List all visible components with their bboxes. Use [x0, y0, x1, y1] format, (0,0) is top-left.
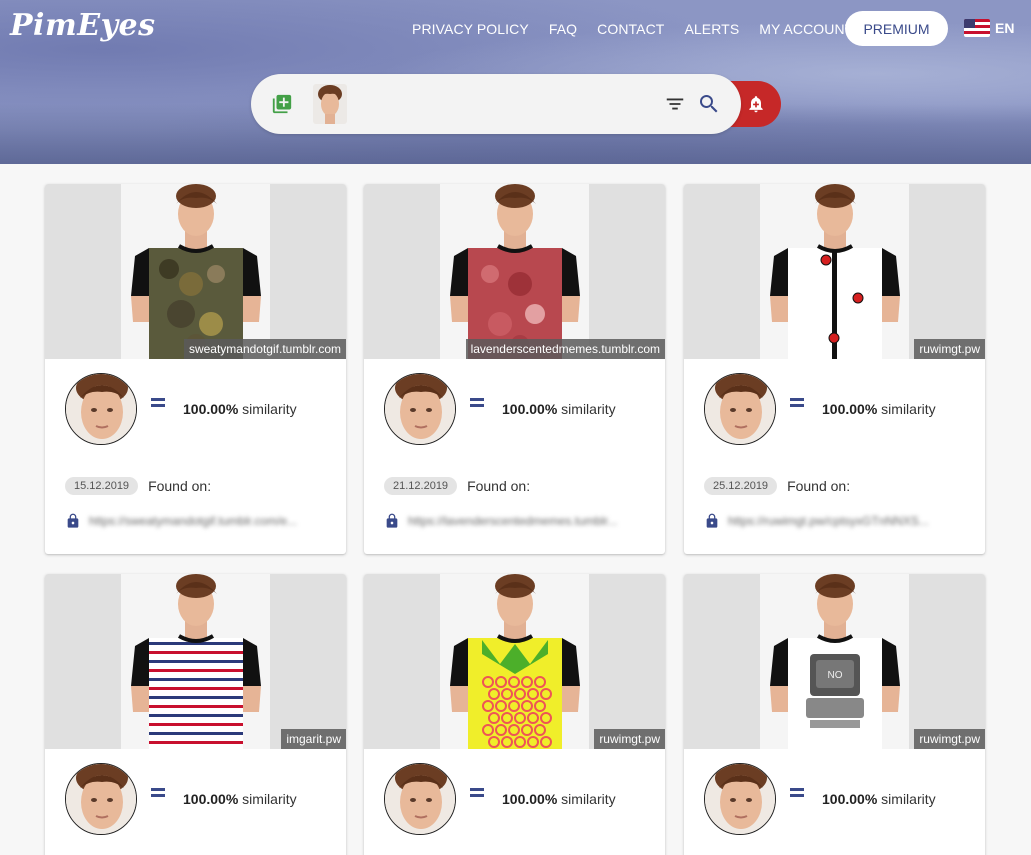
- source-url-link[interactable]: https://lavenderscentedmemes.tumblr...: [408, 514, 648, 528]
- matched-face-avatar: [704, 763, 776, 835]
- url-row: https://lavenderscentedmemes.tumblr...: [384, 512, 648, 530]
- matched-face-photo: [705, 764, 775, 834]
- match-row: 100.00% similarity: [364, 749, 665, 849]
- found-on-label: Found on:: [787, 478, 851, 494]
- url-row: https://sweatymandotgif.tumblr.com/e...: [65, 512, 329, 530]
- found-date-badge: 21.12.2019: [384, 477, 458, 495]
- alert-bell-icon: [749, 96, 763, 113]
- equals-icon: [790, 397, 804, 407]
- tshirt-model-photo: [121, 184, 270, 359]
- lock-icon: [67, 513, 79, 528]
- matched-face-photo: [66, 374, 136, 444]
- match-row: 100.00% similarity: [45, 359, 346, 459]
- add-photo-icon[interactable]: [271, 93, 293, 115]
- result-domain: ruwimgt.pw: [594, 729, 665, 749]
- pimeyes-logo[interactable]: PimEyes: [10, 8, 155, 43]
- result-thumbnail[interactable]: NO ruwimgt.pw: [684, 574, 985, 749]
- match-row: 100.00% similarity: [684, 749, 985, 849]
- matched-face-photo: [385, 374, 455, 444]
- premium-button[interactable]: PREMIUM: [845, 11, 948, 46]
- result-thumbnail[interactable]: imgarit.pw: [45, 574, 346, 749]
- result-card[interactable]: lavenderscentedmemes.tumblr.com 100.00% …: [364, 184, 665, 554]
- result-card[interactable]: imgarit.pw 100.00% similarity: [45, 574, 346, 855]
- svg-text:NO: NO: [828, 670, 843, 681]
- similarity-text: 100.00% similarity: [183, 401, 297, 417]
- source-url-link[interactable]: https://sweatymandotgif.tumblr.com/e...: [89, 514, 329, 528]
- language-label: EN: [995, 20, 1015, 36]
- language-selector[interactable]: EN: [964, 19, 1014, 37]
- result-domain: imgarit.pw: [281, 729, 346, 749]
- lock-icon: [706, 513, 718, 528]
- tshirt-model-photo: [440, 574, 589, 749]
- nav-faq[interactable]: FAQ: [549, 21, 577, 37]
- date-row: 21.12.2019 Found on:: [384, 477, 530, 495]
- similarity-text: 100.00% similarity: [822, 401, 936, 417]
- result-thumbnail[interactable]: sweatymandotgif.tumblr.com: [45, 184, 346, 359]
- equals-icon: [470, 397, 484, 407]
- equals-icon: [790, 787, 804, 797]
- result-thumbnail[interactable]: ruwimgt.pw: [684, 184, 985, 359]
- nav-contact[interactable]: CONTACT: [597, 21, 664, 37]
- result-thumbnail[interactable]: lavenderscentedmemes.tumblr.com: [364, 184, 665, 359]
- matched-face-avatar: [384, 373, 456, 445]
- result-card[interactable]: ruwimgt.pw 100.00% similarity: [364, 574, 665, 855]
- match-row: 100.00% similarity: [684, 359, 985, 459]
- result-domain: lavenderscentedmemes.tumblr.com: [465, 339, 665, 359]
- equals-icon: [151, 397, 165, 407]
- matched-face-photo: [705, 374, 775, 444]
- matched-face-avatar: [704, 373, 776, 445]
- similarity-text: 100.00% similarity: [502, 791, 616, 807]
- url-row: https://ruwimgt.pw/cptsyxGTnNNXS...: [704, 512, 968, 530]
- similarity-text: 100.00% similarity: [822, 791, 936, 807]
- found-on-label: Found on:: [148, 478, 212, 494]
- lock-icon: [386, 513, 398, 528]
- matched-face-avatar: [65, 373, 137, 445]
- equals-icon: [151, 787, 165, 797]
- date-row: 25.12.2019 Found on:: [704, 477, 850, 495]
- us-flag-icon: [964, 19, 990, 37]
- filter-icon[interactable]: [664, 93, 686, 115]
- nav-alerts[interactable]: ALERTS: [684, 21, 739, 37]
- top-nav: PRIVACY POLICY FAQ CONTACT ALERTS MY ACC…: [412, 11, 873, 47]
- tshirt-model-photo: [760, 184, 909, 359]
- found-on-label: Found on:: [467, 478, 531, 494]
- match-row: 100.00% similarity: [364, 359, 665, 459]
- result-card[interactable]: NO ruwimgt.pw 100.00% similarity: [684, 574, 985, 855]
- matched-face-avatar: [65, 763, 137, 835]
- nav-my-account[interactable]: MY ACCOUNT: [759, 21, 853, 37]
- result-thumbnail[interactable]: ruwimgt.pw: [364, 574, 665, 749]
- result-domain: sweatymandotgif.tumblr.com: [183, 339, 346, 359]
- result-card[interactable]: sweatymandotgif.tumblr.com 100.00% simil…: [45, 184, 346, 554]
- result-domain: ruwimgt.pw: [914, 339, 985, 359]
- found-date-badge: 25.12.2019: [704, 477, 778, 495]
- tshirt-model-photo: [121, 574, 270, 749]
- match-row: 100.00% similarity: [45, 749, 346, 849]
- similarity-text: 100.00% similarity: [502, 401, 616, 417]
- search-icon[interactable]: [697, 92, 721, 116]
- matched-face-photo: [66, 764, 136, 834]
- query-face-thumbnail[interactable]: [313, 84, 347, 124]
- matched-face-avatar: [384, 763, 456, 835]
- result-domain: ruwimgt.pw: [914, 729, 985, 749]
- tshirt-model-photo: [440, 184, 589, 359]
- nav-privacy-policy[interactable]: PRIVACY POLICY: [412, 21, 529, 37]
- search-bar: [251, 74, 741, 134]
- source-url-link[interactable]: https://ruwimgt.pw/cptsyxGTnNNXS...: [728, 514, 968, 528]
- result-card[interactable]: ruwimgt.pw 100.00% similarity 25.12.2019…: [684, 184, 985, 554]
- equals-icon: [470, 787, 484, 797]
- tshirt-model-photo: NO: [760, 574, 909, 749]
- matched-face-photo: [385, 764, 455, 834]
- found-date-badge: 15.12.2019: [65, 477, 139, 495]
- date-row: 15.12.2019 Found on:: [65, 477, 211, 495]
- similarity-text: 100.00% similarity: [183, 791, 297, 807]
